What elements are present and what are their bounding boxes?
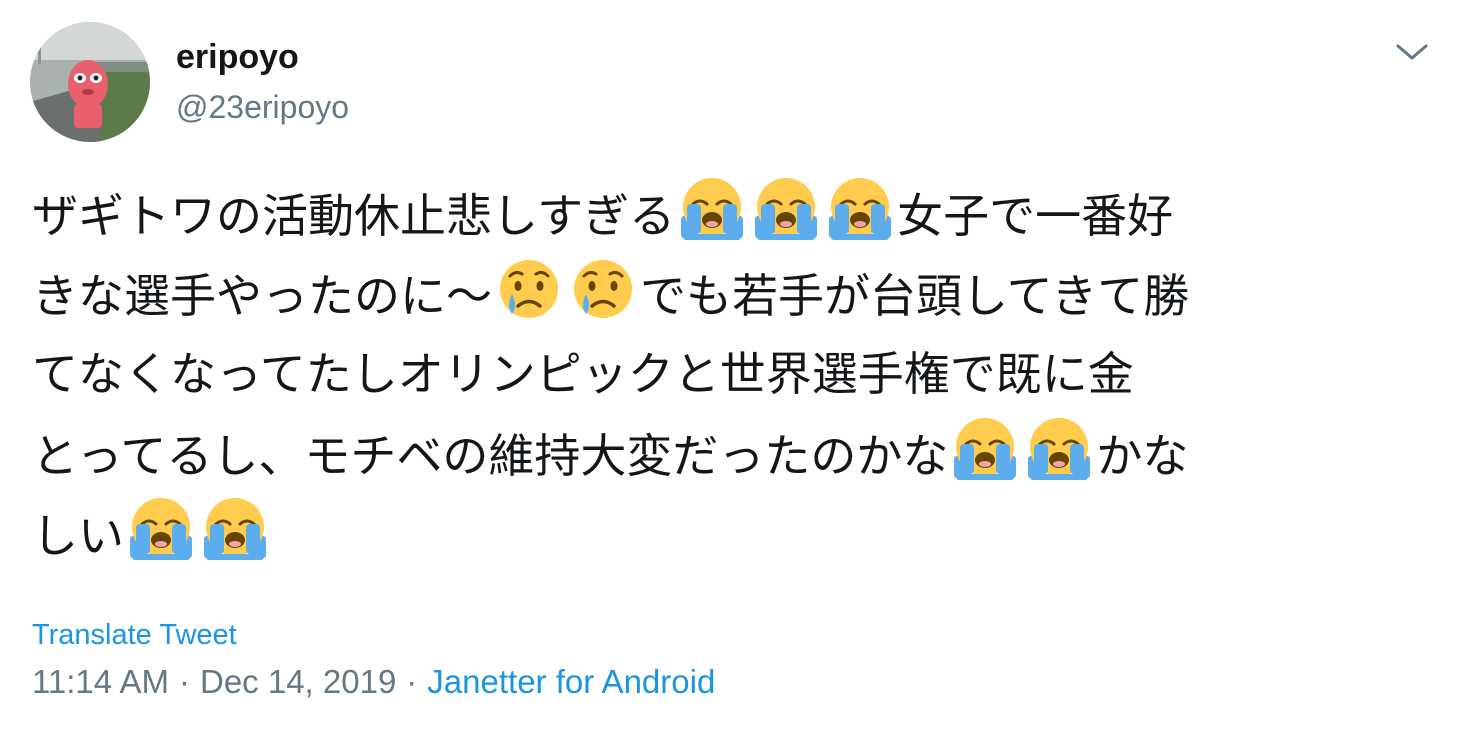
- tweet-text: ザギトワの活動休止悲しすぎる 女子で一番好きな選手やったのに〜 でも若手が台頭してき…: [32, 174, 1437, 574]
- crying-face-icon: [494, 254, 564, 324]
- tweet-text-line: きな選手やったのに〜 でも若手が台頭してきて勝: [32, 254, 1437, 334]
- tweet-date[interactable]: Dec 14, 2019: [200, 663, 396, 700]
- more-menu-button[interactable]: [1392, 36, 1432, 68]
- author-display-name[interactable]: eripoyo: [176, 37, 299, 77]
- loudly-crying-face-icon: [200, 494, 270, 564]
- loudly-crying-face-icon: [751, 174, 821, 244]
- tweet-text-line: とってるし、モチベの維持大変だったのかな かな: [32, 414, 1437, 494]
- tweet-text-segment: ザギトワの活動休止悲しすぎる: [32, 189, 676, 243]
- tweet-text-segment: てなくなってたしオリンピックと世界選手権で既に金: [32, 347, 1134, 401]
- tweet: eripoyo @23eripoyo ザギトワの活動休止悲しすぎる 女子で一番好き…: [0, 0, 1460, 732]
- loudly-crying-face-icon: [677, 174, 747, 244]
- tweet-text-line: てなくなってたしオリンピックと世界選手権で既に金: [32, 334, 1437, 414]
- loudly-crying-face-icon: [825, 174, 895, 244]
- loudly-crying-face-icon: [1024, 414, 1094, 484]
- tweet-text-segment: 女子で一番好: [897, 189, 1174, 243]
- translate-tweet-link[interactable]: Translate Tweet: [32, 618, 237, 652]
- chevron-down-icon: [1392, 36, 1432, 68]
- avatar[interactable]: [30, 22, 150, 142]
- meta-separator: ·: [178, 663, 190, 700]
- author-handle[interactable]: @23eripoyo: [176, 88, 349, 126]
- tweet-text-segment: しい: [32, 509, 124, 563]
- meta-separator: ·: [406, 663, 418, 700]
- tweet-source-link[interactable]: Janetter for Android: [427, 663, 715, 700]
- tweet-metadata: 11:14 AM · Dec 14, 2019 · Janetter for Andro…: [32, 662, 715, 702]
- crying-face-icon: [568, 254, 638, 324]
- tweet-text-segment: でも若手が台頭してきて勝: [640, 269, 1190, 323]
- loudly-crying-face-icon: [950, 414, 1020, 484]
- tweet-time[interactable]: 11:14 AM: [32, 663, 169, 700]
- tweet-text-segment: とってるし、モチベの維持大変だったのかな: [32, 429, 949, 483]
- tweet-text-segment: きな選手やったのに〜: [32, 269, 492, 323]
- tweet-text-line: しい: [32, 494, 1437, 574]
- tweet-text-segment: かな: [1096, 429, 1189, 483]
- tweet-text-line: ザギトワの活動休止悲しすぎる 女子で一番好: [32, 174, 1437, 254]
- loudly-crying-face-icon: [126, 494, 196, 564]
